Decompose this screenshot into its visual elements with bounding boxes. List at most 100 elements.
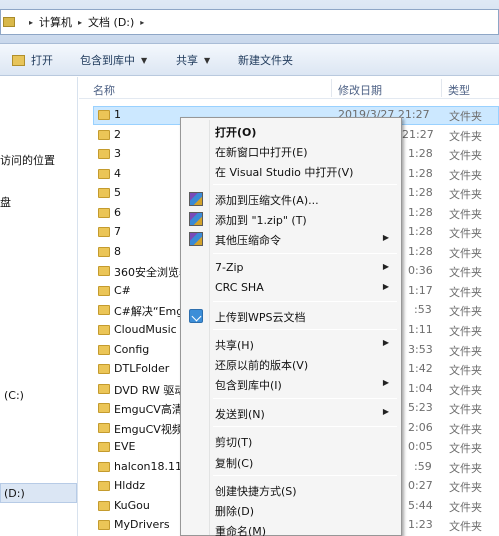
file-date: 21:27 <box>402 128 434 141</box>
file-date: :59 <box>414 460 432 473</box>
file-date: 0:05 <box>408 440 433 453</box>
menu-item-add-to-archive[interactable]: 添加到压缩文件(A)... <box>183 189 399 209</box>
address-bar[interactable]: ▸ 计算机 ▸ 文档 (D:) ▸ <box>0 9 499 35</box>
file-name: 2 <box>114 128 121 141</box>
context-menu: 打开(O) 在新窗口中打开(E) 在 Visual Studio 中打开(V) … <box>180 117 402 536</box>
file-date: 2:06 <box>408 421 433 434</box>
breadcrumb-drive-d[interactable]: 文档 (D:) <box>88 14 134 30</box>
file-type: 文件夹 <box>449 345 482 358</box>
menu-icon-gutter <box>209 120 210 535</box>
menu-item-copy[interactable]: 复制(C) <box>183 452 399 472</box>
file-type: 文件夹 <box>449 130 482 143</box>
menu-item-label: 创建快捷方式(S) <box>215 485 297 498</box>
nav-item-drive-d[interactable]: (D:) <box>4 487 25 500</box>
include-in-library-label: 包含到库中 <box>80 54 135 67</box>
menu-item-label: 包含到库中(I) <box>215 379 282 392</box>
menu-item-include-library[interactable]: 包含到库中(I) ▶ <box>183 374 399 394</box>
menu-separator <box>213 301 397 302</box>
file-type: 文件夹 <box>449 110 482 123</box>
menu-item-share[interactable]: 共享(H) ▶ <box>183 334 399 354</box>
file-type: 文件夹 <box>449 384 482 397</box>
file-date: 1:28 <box>408 186 433 199</box>
folder-icon <box>98 149 110 159</box>
file-type: 文件夹 <box>449 266 482 279</box>
menu-item-crc-sha[interactable]: CRC SHA ▶ <box>183 278 399 298</box>
folder-icon <box>98 325 110 335</box>
share-button[interactable]: 共享 ▼ <box>170 48 216 72</box>
file-name: Config <box>114 343 150 356</box>
menu-item-7zip[interactable]: 7-Zip ▶ <box>183 258 399 278</box>
column-header-date[interactable]: 修改日期 <box>338 82 382 98</box>
file-name: EVE <box>114 440 136 453</box>
file-type: 文件夹 <box>449 247 482 260</box>
breadcrumb-separator-icon[interactable]: ▸ <box>78 18 82 27</box>
file-date: 3:53 <box>408 343 433 356</box>
new-folder-button[interactable]: 新建文件夹 <box>232 48 299 72</box>
column-header-name[interactable]: 名称 <box>93 82 115 98</box>
address-bar-area: ▸ 计算机 ▸ 文档 (D:) ▸ <box>0 0 499 44</box>
file-name: 360安全浏览器 <box>114 266 182 279</box>
menu-separator <box>213 475 397 476</box>
file-type: 文件夹 <box>449 149 482 162</box>
nav-item-recent-places[interactable]: 访问的位置 <box>0 152 55 168</box>
nav-item-disk[interactable]: 盘 <box>0 194 11 210</box>
menu-item-rename[interactable]: 重命名(M) <box>183 520 399 536</box>
navigation-pane: 访问的位置 盘 (C:) (D:) <box>0 77 78 536</box>
menu-item-other-compress[interactable]: 其他压缩命令 ▶ <box>183 229 399 249</box>
breadcrumb-computer[interactable]: 计算机 <box>39 14 72 30</box>
column-header-type[interactable]: 类型 <box>448 82 470 98</box>
winrar-icon <box>189 232 203 246</box>
menu-item-label: 上传到WPS云文档 <box>215 311 306 324</box>
file-date: 0:36 <box>408 264 433 277</box>
menu-item-label: CRC SHA <box>215 281 264 294</box>
file-type: 文件夹 <box>449 208 482 221</box>
menu-item-send-to[interactable]: 发送到(N) ▶ <box>183 403 399 423</box>
file-name: EmguCV视频 <box>114 423 182 436</box>
nav-item-drive-c[interactable]: (C:) <box>4 389 24 402</box>
file-date: :53 <box>414 303 432 316</box>
file-type: 文件夹 <box>449 501 482 514</box>
file-type: 文件夹 <box>449 364 482 377</box>
file-type: 文件夹 <box>449 286 482 299</box>
menu-item-label: 剪切(T) <box>215 436 253 449</box>
menu-item-open[interactable]: 打开(O) <box>183 121 399 141</box>
file-type: 文件夹 <box>449 423 482 436</box>
file-name: 6 <box>114 206 121 219</box>
menu-item-label: 添加到 "1.zip" (T) <box>215 214 307 227</box>
file-date: 1:28 <box>408 225 433 238</box>
file-date: 5:44 <box>408 499 433 512</box>
menu-item-delete[interactable]: 删除(D) <box>183 500 399 520</box>
menu-item-upload-wps[interactable]: 上传到WPS云文档 <box>183 306 399 326</box>
folder-icon <box>98 247 110 257</box>
menu-item-restore-previous[interactable]: 还原以前的版本(V) <box>183 354 399 374</box>
column-divider[interactable] <box>441 79 442 97</box>
breadcrumb-dropdown-icon[interactable]: ▸ <box>29 18 33 27</box>
include-in-library-button[interactable]: 包含到库中 ▼ <box>74 48 153 72</box>
file-date: 1:04 <box>408 382 433 395</box>
file-name: 1 <box>114 108 121 121</box>
file-name: EmguCV高清 <box>114 403 182 416</box>
file-date: 1:28 <box>408 147 433 160</box>
submenu-arrow-icon: ▶ <box>382 282 389 291</box>
folder-icon <box>98 403 110 413</box>
menu-item-create-shortcut[interactable]: 创建快捷方式(S) <box>183 480 399 500</box>
open-button[interactable]: 打开 <box>6 48 59 72</box>
menu-item-add-to-zip[interactable]: 添加到 "1.zip" (T) <box>183 209 399 229</box>
share-label: 共享 <box>176 54 198 67</box>
file-name: DVD RW 驱动器 <box>114 384 182 397</box>
file-type: 文件夹 <box>449 462 482 475</box>
menu-separator <box>213 253 397 254</box>
file-type: 文件夹 <box>449 227 482 240</box>
file-date: 0:27 <box>408 479 433 492</box>
menu-item-open-visual-studio[interactable]: 在 Visual Studio 中打开(V) <box>183 161 399 181</box>
folder-icon <box>98 364 110 374</box>
folder-icon <box>98 227 110 237</box>
menu-item-cut[interactable]: 剪切(T) <box>183 431 399 451</box>
breadcrumb-separator-icon[interactable]: ▸ <box>140 18 144 27</box>
menu-item-open-new-window[interactable]: 在新窗口中打开(E) <box>183 141 399 161</box>
new-folder-label: 新建文件夹 <box>238 54 293 67</box>
menu-item-label: 添加到压缩文件(A)... <box>215 194 319 207</box>
column-divider[interactable] <box>331 79 332 97</box>
menu-separator <box>213 184 397 185</box>
file-name: 4 <box>114 167 121 180</box>
